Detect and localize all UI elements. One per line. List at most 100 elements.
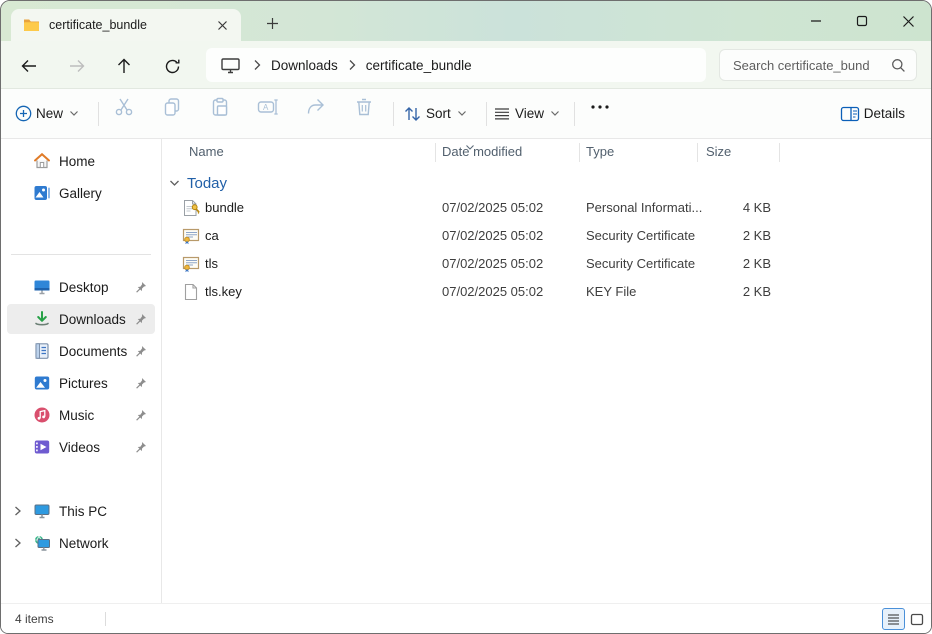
security-certificate-icon <box>182 255 200 273</box>
refresh-button[interactable] <box>161 55 183 77</box>
paste-button[interactable] <box>197 89 243 125</box>
pin-icon <box>134 377 147 390</box>
column-header-size[interactable]: Size <box>706 144 731 159</box>
up-button[interactable] <box>113 55 135 77</box>
chevron-down-icon <box>457 110 467 117</box>
group-collapse-chevron-icon[interactable] <box>169 174 180 192</box>
chevron-down-icon <box>550 110 560 117</box>
share-button[interactable] <box>293 89 339 125</box>
pfx-certificate-icon <box>182 199 200 217</box>
search-input[interactable]: Search certificate_bund <box>719 49 917 81</box>
file-row-ca[interactable]: ca 07/02/2025 05:02 Security Certificate… <box>162 222 932 250</box>
chevron-down-icon <box>69 110 79 117</box>
file-size: 2 KB <box>691 284 771 299</box>
thumbnail-view-toggle[interactable] <box>905 608 928 630</box>
file-row-tls-key[interactable]: tls.key 07/02/2025 05:02 KEY File 2 KB <box>162 278 932 306</box>
sidebar-item-label: This PC <box>59 504 107 519</box>
file-size: 2 KB <box>691 228 771 243</box>
breadcrumb-item-current-folder[interactable]: certificate_bundle <box>366 58 472 73</box>
pin-icon <box>134 441 147 454</box>
column-resize-handle[interactable] <box>579 143 580 162</box>
sidebar-item-downloads[interactable]: Downloads <box>7 304 155 334</box>
this-pc-monitor-icon <box>33 502 51 520</box>
new-button[interactable]: New <box>15 89 79 138</box>
file-date-modified: 07/02/2025 05:02 <box>442 284 543 299</box>
maximize-button[interactable] <box>839 1 885 41</box>
pin-icon <box>134 313 147 326</box>
new-tab-button[interactable] <box>259 13 285 33</box>
gallery-icon <box>33 184 51 202</box>
column-header-type[interactable]: Type <box>586 144 614 159</box>
forward-button[interactable] <box>66 55 88 77</box>
expand-chevron-icon[interactable] <box>13 505 25 517</box>
sort-icon <box>403 105 422 123</box>
tab-title: certificate_bundle <box>49 18 213 32</box>
tab-close-icon[interactable] <box>213 16 231 34</box>
rename-button[interactable]: A <box>245 89 291 125</box>
column-header-name[interactable]: Name <box>189 144 224 159</box>
sidebar-item-label: Pictures <box>59 376 108 391</box>
sidebar-item-music[interactable]: Music <box>7 401 155 429</box>
plus-icon <box>266 17 279 30</box>
search-icon[interactable] <box>891 58 906 73</box>
minimize-icon <box>810 15 822 27</box>
column-resize-handle[interactable] <box>435 143 436 162</box>
column-resize-handle[interactable] <box>697 143 698 162</box>
explorer-tab[interactable]: certificate_bundle <box>11 9 241 41</box>
expand-chevron-icon[interactable] <box>13 537 25 549</box>
titlebar: certificate_bundle <box>1 1 931 41</box>
file-row-tls[interactable]: tls 07/02/2025 05:02 Security Certificat… <box>162 250 932 278</box>
details-pane-button[interactable]: Details <box>840 89 909 138</box>
view-icon <box>493 106 511 122</box>
file-date-modified: 07/02/2025 05:02 <box>442 200 543 215</box>
sidebar-item-documents[interactable]: Documents <box>7 337 155 365</box>
view-button[interactable]: View <box>493 89 560 138</box>
sidebar-item-label: Downloads <box>59 312 126 327</box>
more-options-button[interactable] <box>577 89 623 125</box>
view-button-label: View <box>515 106 544 121</box>
file-name: ca <box>205 228 219 243</box>
sidebar-item-gallery[interactable]: Gallery <box>7 179 155 207</box>
column-resize-handle[interactable] <box>779 143 780 162</box>
network-icon <box>33 534 51 552</box>
delete-button[interactable] <box>341 89 387 125</box>
sidebar-item-pictures[interactable]: Pictures <box>7 369 155 397</box>
file-row-bundle[interactable]: bundle 07/02/2025 05:02 Personal Informa… <box>162 194 932 222</box>
thumbnail-view-icon <box>910 613 924 626</box>
sidebar-item-videos[interactable]: Videos <box>7 433 155 461</box>
copy-button[interactable] <box>149 89 195 125</box>
breadcrumb-item-downloads[interactable]: Downloads <box>271 58 338 73</box>
minimize-button[interactable] <box>793 1 839 41</box>
file-size: 2 KB <box>691 256 771 271</box>
navigation-pane: Home Gallery Desktop Downloads <box>1 139 161 603</box>
items-count: 4 items <box>15 612 54 626</box>
refresh-icon <box>164 58 181 75</box>
file-date-modified: 07/02/2025 05:02 <box>442 256 543 271</box>
pictures-icon <box>33 374 51 392</box>
sidebar-item-this-pc[interactable]: This PC <box>7 497 155 525</box>
sidebar-item-network[interactable]: Network <box>7 529 155 557</box>
rename-icon: A <box>257 97 279 117</box>
close-button[interactable] <box>885 1 931 41</box>
this-pc-icon <box>220 57 241 74</box>
column-header-date-modified[interactable]: Date modified <box>442 144 522 159</box>
copy-icon <box>162 97 182 117</box>
cut-button[interactable] <box>101 89 147 125</box>
details-view-toggle[interactable] <box>882 608 905 630</box>
more-options-icon <box>590 104 610 110</box>
sort-button[interactable]: Sort <box>403 89 467 138</box>
list-view-icon <box>887 613 900 625</box>
group-header-label: Today <box>187 175 227 192</box>
sidebar-divider <box>11 254 151 255</box>
sidebar-item-home[interactable]: Home <box>7 147 155 175</box>
file-explorer-window: certificate_bundle <box>0 0 932 634</box>
sidebar-item-desktop[interactable]: Desktop <box>7 273 155 301</box>
breadcrumb[interactable]: Downloads certificate_bundle <box>206 48 706 82</box>
file-type: Personal Informati... <box>586 200 702 215</box>
up-icon <box>116 57 132 75</box>
file-name: tls <box>205 256 218 271</box>
chevron-right-icon <box>253 59 261 71</box>
chevron-right-icon <box>348 59 356 71</box>
back-button[interactable] <box>18 55 40 77</box>
new-plus-icon <box>15 105 32 122</box>
